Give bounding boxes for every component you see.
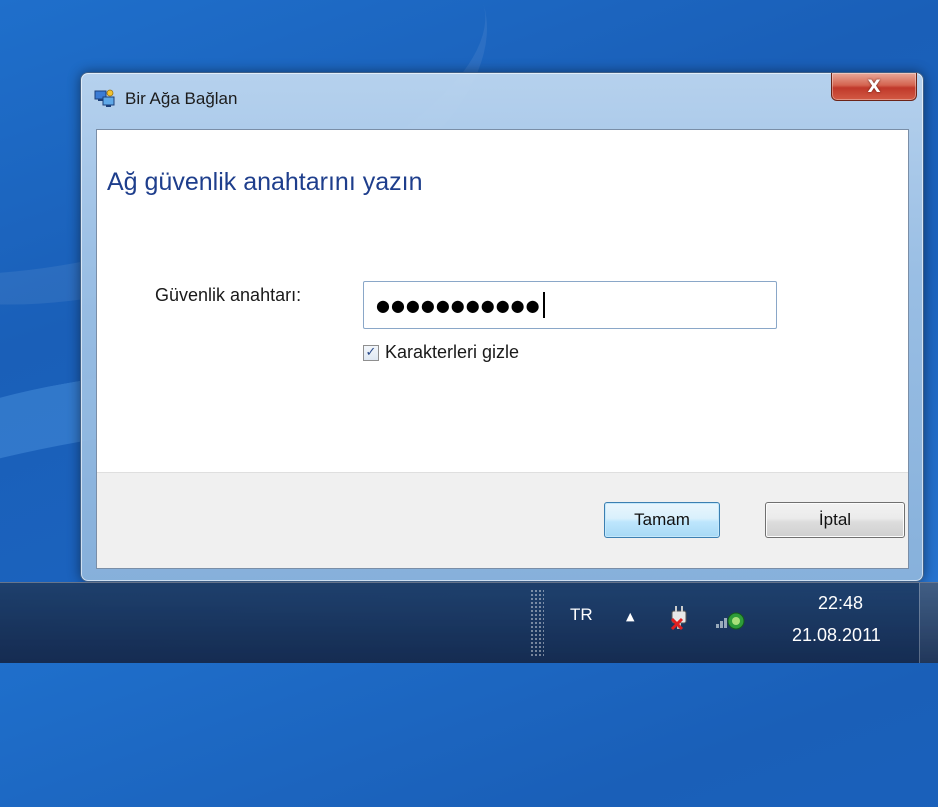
language-indicator[interactable]: TR (570, 605, 593, 625)
ok-button[interactable]: Tamam (604, 502, 720, 538)
clock-date[interactable]: 21.08.2011 (792, 625, 881, 646)
title-bar[interactable]: Bir Ağa Bağlan X (81, 73, 923, 129)
text-caret (542, 292, 545, 318)
window-title: Bir Ağa Bağlan (125, 89, 238, 108)
hide-characters-option[interactable]: ✓ Karakterleri gizle (363, 342, 519, 363)
show-hidden-icons-arrow-icon[interactable]: ▲ (626, 610, 634, 623)
connect-to-network-window: Bir Ağa Bağlan X Ağ güvenlik anahtarını … (80, 72, 924, 582)
power-icon[interactable] (668, 605, 690, 631)
dialog-button-bar: Tamam İptal (97, 472, 908, 568)
taskbar: TR ▲ 22:48 21.08.2011 (0, 582, 938, 663)
checkmark-icon: ✓ (365, 345, 377, 360)
hide-characters-label[interactable]: Karakterleri gizle (385, 342, 519, 363)
masked-key-value: ●●●●●●●●●●● (376, 295, 541, 315)
show-desktop-button[interactable] (919, 583, 938, 663)
clock-time[interactable]: 22:48 (818, 593, 863, 614)
dialog-heading: Ağ güvenlik anahtarını yazın (107, 168, 423, 196)
network-connection-icon (94, 89, 115, 107)
dialog-client-area: Ağ güvenlik anahtarını yazın Güvenlik an… (96, 129, 909, 569)
network-icon[interactable] (714, 609, 746, 631)
cancel-button[interactable]: İptal (765, 502, 905, 538)
hide-characters-checkbox[interactable]: ✓ (363, 344, 379, 361)
taskbar-grip[interactable] (530, 589, 544, 657)
close-icon: X (867, 76, 881, 97)
security-key-label: Güvenlik anahtarı: (155, 285, 302, 305)
security-key-input[interactable]: ●●●●●●●●●●● (363, 281, 777, 329)
close-button[interactable]: X (831, 73, 917, 101)
